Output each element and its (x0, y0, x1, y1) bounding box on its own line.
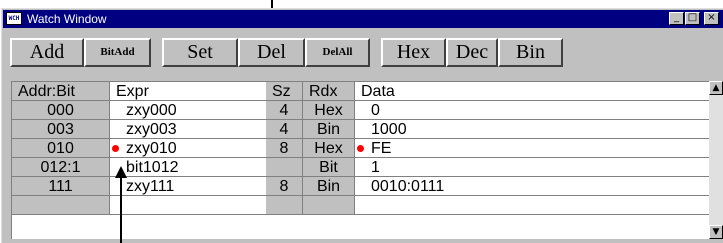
cell-rdx[interactable]: Hex (303, 101, 355, 120)
close-icon[interactable]: × (704, 12, 719, 25)
cell-rdx[interactable]: Hex (303, 139, 355, 158)
cell-data[interactable]: 1 (355, 158, 709, 177)
cell-sz[interactable]: 8 (266, 139, 303, 158)
watch-list[interactable]: Addr:Bit Expr Sz Rdx Data 000 zxy000 4 Hex 0… (11, 81, 709, 239)
change-marker-icon (357, 145, 364, 152)
cell-expr[interactable] (110, 196, 266, 215)
scroll-down-icon[interactable]: ▼ (709, 225, 723, 239)
bitadd-button[interactable]: BitAdd (84, 38, 151, 67)
row-divider (12, 214, 709, 215)
cell-addr[interactable]: 012:1 (12, 158, 110, 177)
cell-sz[interactable]: 4 (266, 101, 303, 120)
change-marker-icon (112, 145, 119, 152)
header-expr[interactable]: Expr (110, 82, 266, 101)
cell-data[interactable]: 0 (355, 101, 709, 120)
add-button[interactable]: Add (10, 38, 84, 67)
watch-window: WCH Watch Window _ □ × Add BitAdd Set De… (1, 8, 723, 243)
dec-button[interactable]: Dec (446, 38, 498, 67)
cell-addr[interactable]: 000 (12, 101, 110, 120)
app-icon: WCH (6, 12, 22, 25)
del-button[interactable]: Del (238, 38, 305, 67)
header-addr[interactable]: Addr:Bit (12, 82, 110, 101)
cell-data[interactable]: 1000 (355, 120, 709, 139)
cell-data[interactable]: FE (355, 139, 709, 158)
cell-rdx[interactable] (303, 196, 355, 215)
cell-data[interactable]: 0010:0111 (355, 177, 709, 196)
vertical-scrollbar[interactable]: ▲ ▼ (709, 81, 723, 239)
delall-button[interactable]: DelAll (305, 38, 370, 67)
maximize-icon[interactable]: □ (685, 12, 700, 25)
cell-expr[interactable]: zxy010 (110, 139, 266, 158)
cell-addr[interactable]: 111 (12, 177, 110, 196)
cell-expr[interactable]: zxy000 (110, 101, 266, 120)
cell-addr[interactable]: 010 (12, 139, 110, 158)
cell-sz[interactable]: 4 (266, 120, 303, 139)
cell-data[interactable] (355, 196, 709, 215)
cell-rdx[interactable]: Bit (303, 158, 355, 177)
title-bar[interactable]: WCH Watch Window _ □ × (3, 10, 723, 28)
cell-addr[interactable] (12, 196, 110, 215)
cell-sz[interactable] (266, 196, 303, 215)
hex-button[interactable]: Hex (381, 38, 446, 67)
cell-expr[interactable]: zxy003 (110, 120, 266, 139)
cell-addr[interactable]: 003 (12, 120, 110, 139)
cell-expr[interactable]: zxy111 (110, 177, 266, 196)
window-title: Watch Window (27, 12, 107, 26)
scroll-up-icon[interactable]: ▲ (709, 81, 723, 95)
cell-sz[interactable]: 8 (266, 177, 303, 196)
minimize-icon[interactable]: _ (669, 12, 684, 25)
header-sz[interactable]: Sz (266, 82, 303, 101)
header-rdx[interactable]: Rdx (303, 82, 355, 101)
cell-expr[interactable]: bit1012 (110, 158, 266, 177)
cell-rdx[interactable]: Bin (303, 120, 355, 139)
cell-rdx[interactable]: Bin (303, 177, 355, 196)
set-button[interactable]: Set (162, 38, 238, 67)
bin-button[interactable]: Bin (498, 38, 563, 67)
header-data[interactable]: Data (355, 82, 709, 101)
cell-sz[interactable] (266, 158, 303, 177)
